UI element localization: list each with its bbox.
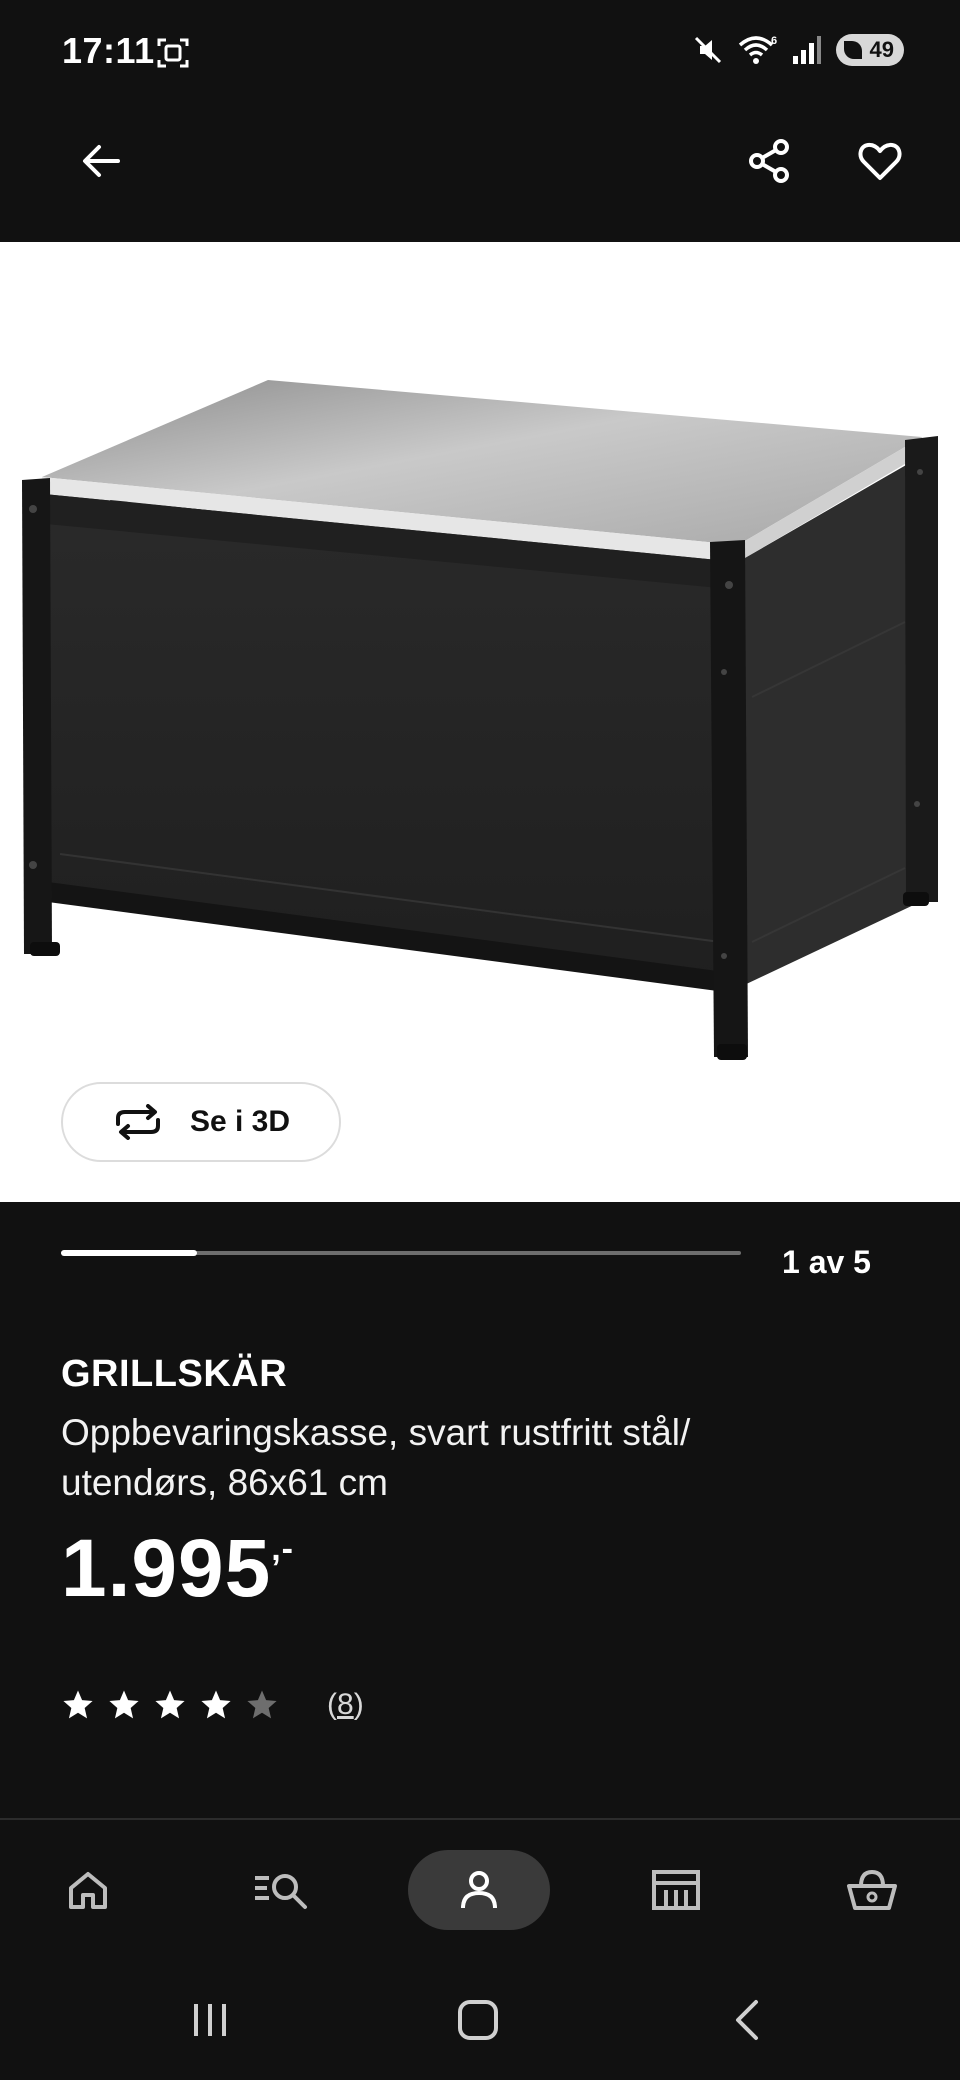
home-system-button[interactable] [443, 1990, 513, 2050]
nav-store[interactable] [636, 1850, 716, 1930]
arrow-left-icon [83, 145, 120, 177]
see-in-3d-label: Se i 3D [189, 1105, 291, 1138]
svg-text:6: 6 [771, 35, 777, 47]
mute-icon [694, 36, 722, 64]
top-app-bar [0, 105, 960, 242]
recent-apps-button[interactable] [175, 1990, 245, 2050]
product-image-gallery[interactable]: Se i 3D [0, 242, 960, 1202]
share-icon [749, 139, 789, 183]
bottom-navigation [0, 1820, 960, 1960]
status-time: 17:11 [62, 30, 155, 71]
basket-icon [847, 1869, 897, 1910]
share-button[interactable] [735, 126, 805, 196]
star-icon [201, 1690, 231, 1719]
star-icon [155, 1690, 185, 1719]
home-square-icon [458, 2000, 498, 2040]
star-icon [109, 1690, 139, 1719]
product-price: 1.995,- [61, 1528, 294, 1610]
battery-indicator: 49 [836, 34, 904, 66]
wifi-icon: 6 [738, 35, 777, 64]
home-icon [69, 1872, 107, 1909]
user-icon [461, 1871, 497, 1909]
product-rating[interactable]: (8) [61, 1688, 364, 1722]
nav-basket[interactable] [832, 1850, 912, 1930]
back-system-button[interactable] [713, 1990, 783, 2050]
back-button[interactable] [66, 126, 136, 196]
battery-saver-icon [844, 41, 862, 59]
system-navigation-bar [0, 1960, 960, 2080]
chevron-left-icon [736, 2000, 758, 2040]
product-image [22, 380, 938, 1060]
see-in-3d-button[interactable]: Se i 3D [61, 1082, 341, 1162]
gallery-progress-bar [61, 1250, 741, 1256]
gallery-progress-fill [61, 1250, 197, 1256]
price-suffix: ,- [271, 1530, 294, 1568]
signal-icon [793, 36, 821, 64]
store-icon [652, 1870, 700, 1910]
status-bar: 17:11 6 49 [0, 0, 960, 105]
status-icons: 6 49 [692, 34, 904, 66]
product-name: GRILLSKÄR [61, 1353, 288, 1395]
screenshot-icon [157, 38, 189, 68]
price-main: 1.995 [61, 1523, 272, 1614]
favorite-button[interactable] [845, 126, 915, 196]
product-description: Oppbevaringskasse, svart rustfritt stål/… [61, 1412, 691, 1503]
nav-search-products[interactable] [240, 1850, 324, 1930]
rating-stars [61, 1688, 279, 1722]
nav-account[interactable] [408, 1850, 550, 1930]
star-icon [63, 1690, 93, 1719]
recent-apps-icon [194, 2004, 226, 2036]
nav-home[interactable] [48, 1850, 128, 1930]
gallery-counter: 1 av 5 [782, 1244, 871, 1280]
star-outline-icon [247, 1690, 277, 1719]
heart-icon [858, 142, 902, 180]
review-count-number: 8 [337, 1688, 354, 1721]
review-count[interactable]: (8) [327, 1688, 364, 1722]
rotate-icon [115, 1104, 160, 1140]
search-list-icon [255, 1874, 307, 1909]
battery-level: 49 [869, 37, 894, 62]
